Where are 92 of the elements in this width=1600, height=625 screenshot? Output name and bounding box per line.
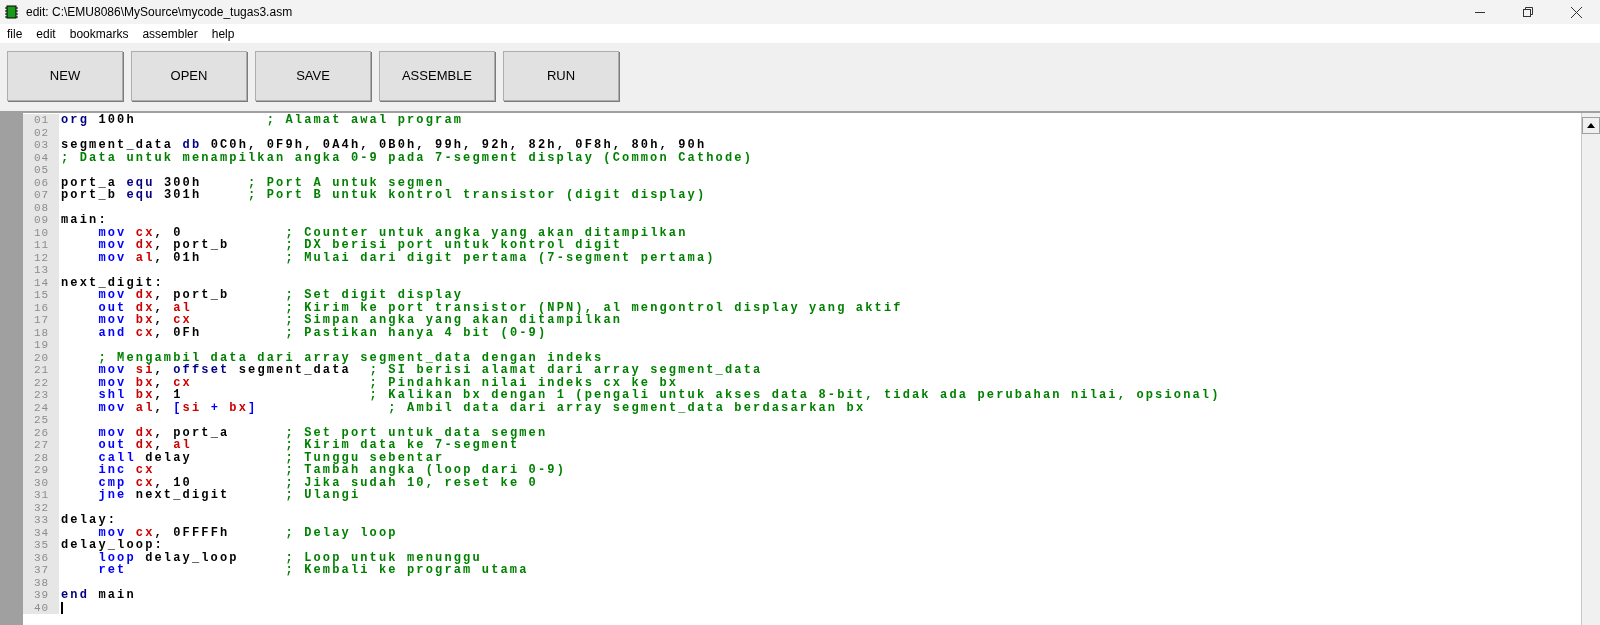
menu-item[interactable]: file bbox=[7, 24, 23, 43]
code-comment: ; SI berisi alamat dari array segment_data bbox=[369, 364, 763, 377]
code-text: delay: bbox=[61, 514, 118, 527]
code-text: mov bx, cx bbox=[97, 314, 193, 327]
code-text: mov al, 01h bbox=[97, 251, 202, 264]
close-icon bbox=[1570, 6, 1582, 18]
line-number: 37 bbox=[23, 564, 59, 577]
line-number: 09 bbox=[23, 214, 59, 227]
line-number: 23 bbox=[23, 389, 59, 402]
window-title: edit: C:\EMU8086\MySource\mycode_tugas3.asm bbox=[26, 4, 293, 21]
code-text: main: bbox=[61, 214, 108, 227]
code-text: next_digit: bbox=[61, 276, 164, 289]
line-number: 03 bbox=[23, 139, 59, 152]
menu-item[interactable]: assembler bbox=[142, 24, 198, 43]
code-text: inc cx bbox=[97, 464, 155, 477]
code-text: mov dx, port_b bbox=[97, 239, 231, 252]
code-comment: ; Loop untuk menunggu bbox=[285, 551, 482, 564]
code-comment: ; Delay loop bbox=[285, 526, 398, 539]
code-comment: ; Counter untuk angka yang akan ditampilkan bbox=[285, 226, 688, 239]
line-number: 33 bbox=[23, 514, 59, 527]
menu-item[interactable]: edit bbox=[36, 24, 56, 43]
code-comment: ; Kalikan bx dengan 1 (pengali untuk akses data 8-bit, tidak ada perubahan nilai, opsional) bbox=[369, 389, 1221, 402]
code-comment: ; Ambil data dari array segment_data berdasarkan bx bbox=[388, 401, 866, 414]
code-editor[interactable] bbox=[0, 111, 1600, 625]
code-text: jne next_digit bbox=[97, 489, 231, 502]
scroll-up-button[interactable] bbox=[1582, 117, 1600, 134]
line-number: 39 bbox=[23, 589, 59, 602]
line-number: 11 bbox=[23, 239, 59, 252]
code-text: and cx, 0Fh bbox=[97, 326, 203, 339]
line-number: 27 bbox=[23, 439, 59, 452]
arrow-up-icon bbox=[1587, 123, 1595, 128]
line-number: 17 bbox=[23, 314, 59, 327]
line-number: 15 bbox=[23, 289, 59, 302]
code-comment: ; Tunggu sebentar bbox=[285, 451, 445, 464]
code-comment: ; Mengambil data dari array segment_data dengan indeks bbox=[97, 351, 604, 364]
line-number: 07 bbox=[23, 189, 59, 202]
code-text: segment_data db 0C0h, 0F9h, 0A4h, 0B0h, 99h, 92h, 82h, 0F8h, 80h, 90h bbox=[61, 139, 707, 152]
toolbar-button[interactable]: NEW bbox=[7, 51, 123, 101]
code-text: port_b equ 301h bbox=[61, 189, 203, 202]
code-text: out dx, al bbox=[97, 301, 192, 314]
code-text: out dx, al bbox=[97, 439, 192, 452]
code-text: shl bx, 1 bbox=[97, 389, 184, 402]
toolbar-button[interactable]: RUN bbox=[503, 51, 619, 101]
code-text: end main bbox=[61, 589, 136, 602]
code-text: mov dx, port_b bbox=[98, 289, 231, 302]
code-text: mov bx, cx bbox=[97, 376, 193, 389]
code-text: mov cx, 0FFFFh bbox=[98, 526, 231, 539]
code-text: mov al, [si + bx] bbox=[97, 401, 259, 414]
vertical-scrollbar[interactable] bbox=[1581, 113, 1600, 625]
line-number: 19 bbox=[23, 339, 59, 352]
code-comment: ; Kirim data ke 7-segment bbox=[285, 439, 520, 452]
line-number: 35 bbox=[23, 539, 59, 552]
app-icon bbox=[5, 5, 18, 19]
line-number: 13 bbox=[23, 264, 59, 277]
code-comment: ; Pastikan hanya 4 bit (0-9) bbox=[285, 326, 548, 339]
restore-icon bbox=[1523, 7, 1533, 17]
code-comment: ; Data untuk menampilkan angka 0-9 pada 7-segment display (Common Cathode) bbox=[61, 151, 753, 164]
menu-item[interactable]: bookmarks bbox=[69, 24, 129, 43]
line-number: 29 bbox=[23, 464, 59, 477]
code-text: delay_loop: bbox=[61, 539, 164, 552]
code-text: mov dx, port_a bbox=[97, 426, 231, 439]
code-text: port_a equ 300h bbox=[61, 176, 203, 189]
toolbar-button[interactable]: SAVE bbox=[255, 51, 371, 101]
code-comment: ; Set port untuk data segmen bbox=[285, 426, 548, 439]
code-comment: ; Set digit display bbox=[285, 289, 464, 302]
toolbar-button[interactable]: ASSEMBLE bbox=[379, 51, 495, 101]
code-text: cmp cx, 10 bbox=[97, 476, 192, 489]
code-comment: ; Mulai dari digit pertama (7-segment pertama) bbox=[285, 251, 716, 264]
code-text: org 100h bbox=[61, 114, 137, 127]
code-text: mov cx, 0 bbox=[97, 226, 183, 239]
code-text: loop delay_loop bbox=[98, 551, 240, 564]
line-number: 21 bbox=[23, 364, 59, 377]
code-comment: ; Port A untuk segmen bbox=[248, 176, 445, 189]
line-number: 05 bbox=[23, 164, 59, 177]
code-comment: ; Jika sudah 10, reset ke 0 bbox=[285, 476, 538, 489]
code-comment: ; Alamat awal program bbox=[266, 114, 464, 127]
code-comment: ; Kirim ke port transistor (NPN), al mengontrol display yang aktif bbox=[285, 301, 903, 314]
code-comment: ; DX berisi port untuk kontrol digit bbox=[285, 239, 623, 252]
code-comment: ; Ulangi bbox=[285, 489, 361, 502]
code-comment: ; Simpan angka yang akan ditampilkan bbox=[285, 314, 623, 327]
code-text: call delay bbox=[97, 451, 193, 464]
line-number: 31 bbox=[23, 489, 59, 502]
code-comment: ; Kembali ke program utama bbox=[285, 564, 529, 577]
code-comment: ; Pindahkan nilai indeks cx ke bx bbox=[369, 376, 679, 389]
toolbar-button[interactable]: OPEN bbox=[131, 51, 247, 101]
menu-item[interactable]: help bbox=[211, 24, 235, 43]
line-number: 25 bbox=[23, 414, 59, 427]
code-comment: ; Tambah angka (loop dari 0-9) bbox=[285, 464, 566, 477]
code-comment: ; Port B untuk kontrol transistor (digit display) bbox=[248, 189, 707, 202]
code-text: mov si, offset segment_data bbox=[97, 364, 352, 377]
code-text: ret bbox=[97, 564, 127, 577]
line-number: 01 bbox=[23, 114, 59, 127]
